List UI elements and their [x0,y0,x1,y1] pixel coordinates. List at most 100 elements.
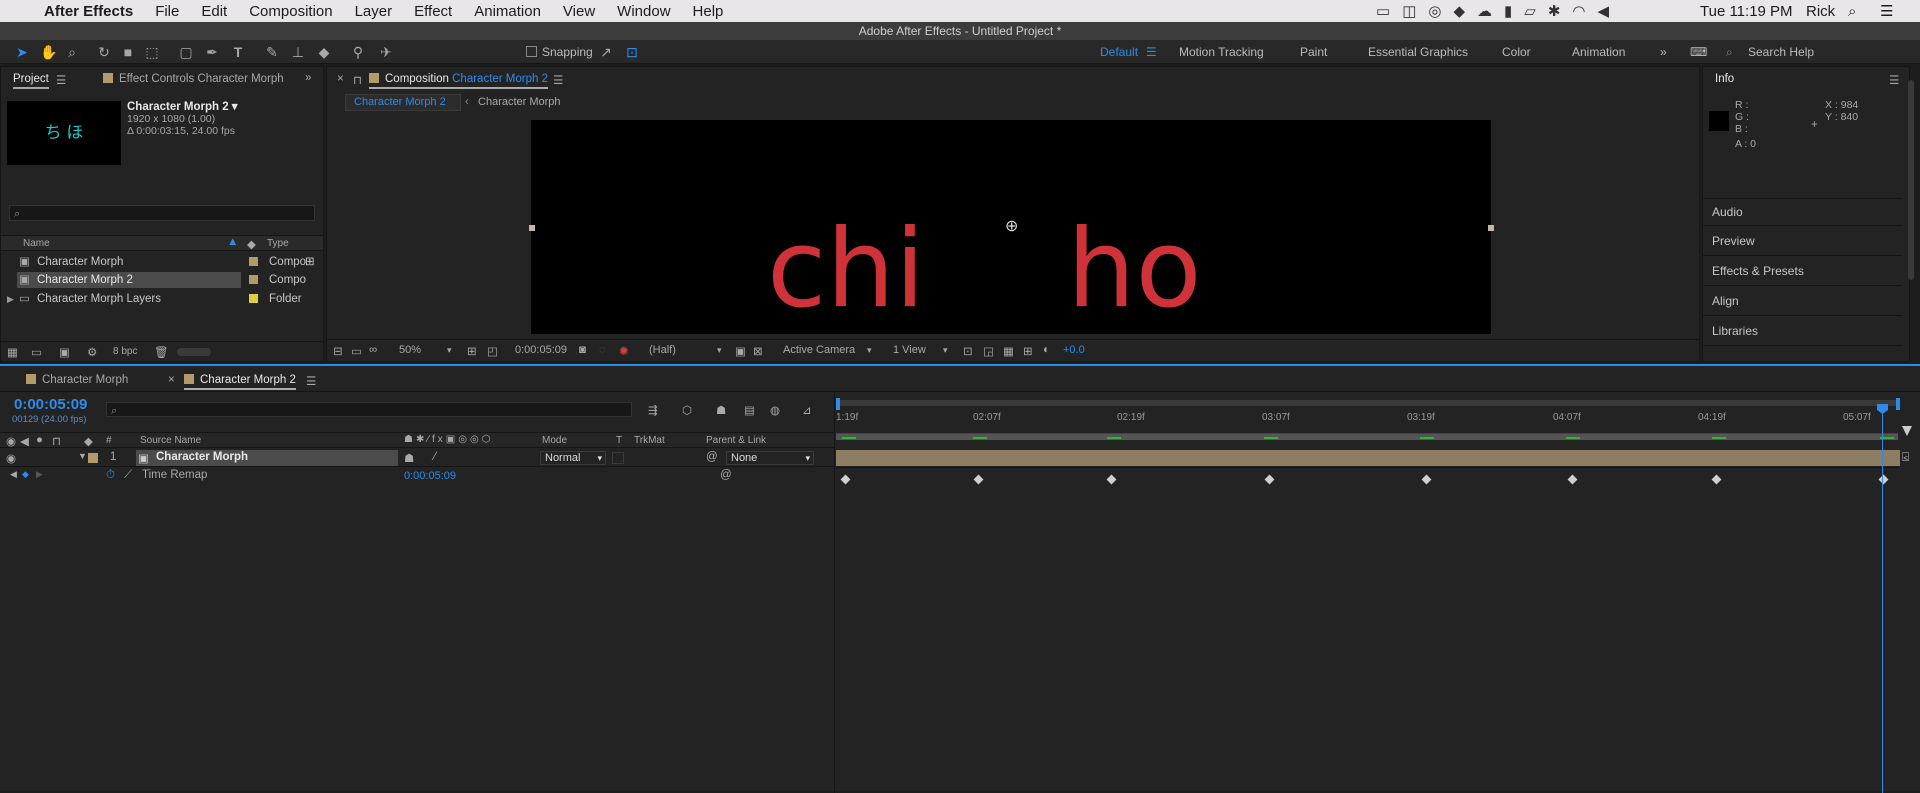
col-source-name[interactable]: Source Name [140,435,201,446]
spotlight-icon[interactable]: ⌕ [1848,0,1856,22]
menu-window[interactable]: Window [617,3,670,20]
chevron-down-icon[interactable]: ▾ [447,345,452,356]
menu-animation[interactable]: Animation [474,3,541,20]
transparency-grid-icon[interactable]: ⊠ [753,344,763,358]
menu-effect[interactable]: Effect [414,3,452,20]
workspace-default[interactable]: Default [1100,45,1138,59]
label-column-icon[interactable]: ◆ [84,434,93,448]
col-type[interactable]: Type [267,238,289,249]
info-title[interactable]: Info [1715,73,1734,85]
project-item[interactable]: ▣ Character Morph Compo ⊞ [1,254,323,270]
info-menu-icon[interactable]: ☰ [1889,73,1899,87]
selection-tool-icon[interactable]: ➤ [14,44,30,60]
keyframe[interactable] [1264,474,1275,485]
section-libraries[interactable]: Libraries [1702,318,1902,346]
new-folder-icon[interactable]: ▭ [31,345,42,359]
flowchart-icon[interactable]: ⊞ [305,254,315,270]
hand-tool-icon[interactable]: ✋ [40,44,57,60]
work-area-end[interactable] [1896,398,1900,410]
mask-icon[interactable]: ∞ [369,344,377,356]
search-icon[interactable]: ⌕ [1726,45,1733,60]
disclosure-triangle-icon[interactable]: ▶ [7,291,14,307]
breadcrumb-character-morph[interactable]: Character Morph [478,96,561,108]
rotate-tool-icon[interactable]: ↻ [96,44,112,60]
tab-effect-controls[interactable]: Effect Controls Character Morph [103,73,284,85]
menu-help[interactable]: Help [693,3,724,20]
snap-grid-icon[interactable]: ⊡ [624,44,640,60]
expression-pickwhip-icon[interactable]: @ [720,469,732,481]
layer-out-handle-icon[interactable]: ⍃ [1902,450,1909,465]
timeline-search-input[interactable]: ⌕ [106,402,632,417]
solo-icon[interactable]: ● [36,434,43,446]
layer-expand-icon[interactable]: ▼ [78,451,87,461]
stopwatch-icon[interactable]: ⏱ [106,469,115,482]
audio-toggle-icon[interactable]: ◀ [20,434,29,448]
bluetooth-icon[interactable]: ✱ [1548,2,1561,20]
work-area-start[interactable] [836,398,840,410]
monitor-icon[interactable]: ▭ [351,344,362,358]
zoom-select[interactable]: 50% [399,344,421,356]
timeline-icon[interactable]: ▦ [1003,344,1014,358]
fast-previews-icon[interactable]: ◲ [983,344,994,358]
keyframe-toggle-icon[interactable]: ◆ [22,469,29,480]
app-menu[interactable]: After Effects [44,3,133,20]
keyframe[interactable] [973,474,984,485]
layer-visibility-icon[interactable]: ◉ [6,451,16,465]
airplay-icon[interactable]: ▱ [1524,2,1536,20]
puppet-pin-tool-icon[interactable]: ✈ [378,44,394,60]
menu-view[interactable]: View [563,3,595,20]
tab-composition[interactable]: Composition Character Morph 2 [369,73,548,89]
channel-icon[interactable]: ✺ [619,344,629,358]
breadcrumb-character-morph-2[interactable]: Character Morph 2 [345,94,461,111]
zoom-tool-icon[interactable]: ⌕ [64,44,80,60]
thumbnail-slider[interactable] [177,348,211,356]
eraser-tool-icon[interactable]: ◆ [316,44,332,60]
roi-icon[interactable]: ▣ [735,344,746,358]
workspace-essential-graphics[interactable]: Essential Graphics [1368,45,1468,59]
clone-stamp-tool-icon[interactable]: ⊥ [290,44,306,60]
project-item[interactable]: ▶ ▭ Character Morph Layers Folder [1,291,323,307]
playhead-handle[interactable] [1877,404,1888,414]
switches-icons[interactable]: ☗✱⁄fx▣◎◎⬡ [404,434,493,445]
layer-row[interactable]: ◉ ▼ 1 ▣ Character Morph ☗ ⁄ Normal ▾ @ No… [0,450,834,467]
prev-keyframe-icon[interactable]: ◀ [10,469,17,480]
brush-tool-icon[interactable]: ✎ [264,44,280,60]
section-align[interactable]: Align [1702,288,1902,316]
dropbox-icon[interactable]: ◆ [1453,2,1465,20]
property-value[interactable]: 0:00:05:09 [404,470,456,482]
timeline-timecode[interactable]: 0:00:05:09 [14,396,87,413]
frame-blending-icon[interactable]: ▤ [744,403,755,417]
safe-margins-icon[interactable]: ⊞ [467,344,477,358]
mode-select[interactable]: Normal ▾ [540,451,606,465]
motion-blur-icon[interactable]: ◍ [770,403,780,417]
workspace-overflow-icon[interactable]: » [1660,45,1667,59]
layer-duration-bar[interactable] [836,450,1900,466]
pen-tool-icon[interactable]: ✒ [204,44,220,60]
tab-timeline-character-morph[interactable]: Character Morph [26,374,128,386]
selection-handle[interactable] [529,225,535,231]
chevron-down-icon[interactable]: ▾ [943,345,948,356]
graph-editor-icon[interactable]: ⊿ [802,403,812,417]
keyframe[interactable] [1421,474,1432,485]
tab-project[interactable]: Project [13,73,49,89]
close-tab-icon[interactable]: × [168,374,175,386]
project-settings-icon[interactable]: ⚙ [87,345,97,359]
timeline-menu-icon[interactable]: ☰ [306,374,316,388]
tab-timeline-character-morph-2[interactable]: Character Morph 2 [184,374,296,390]
comp-menu-icon[interactable]: ☰ [553,73,563,87]
keyboard-icon[interactable]: ⌨ [1690,45,1707,59]
battery-icon[interactable]: ▮ [1504,2,1512,20]
sort-up-icon[interactable]: ▲ [227,236,238,248]
reset-exposure-icon[interactable]: ◐ [1043,344,1050,356]
snap-feather-icon[interactable]: ↗ [598,44,614,60]
chevron-down-icon[interactable]: ▾ [717,345,722,356]
camera-select[interactable]: Active Camera [783,344,855,356]
cast-icon[interactable]: ◫ [1402,2,1416,20]
shy-layers-icon[interactable]: ☗ [716,403,726,417]
quality-icon[interactable]: ⁄ [434,451,436,463]
notification-icon[interactable]: ☰ [1880,0,1893,22]
project-search-input[interactable]: ⌕ [9,205,315,221]
selected-item-name[interactable]: Character Morph 2 ▾ [127,99,238,113]
property-row[interactable]: ◀ ◆ ▶ ⏱ ⟋ Time Remap 0:00:05:09 @ [0,468,834,485]
comp-marker-bin-icon[interactable] [1902,426,1912,436]
